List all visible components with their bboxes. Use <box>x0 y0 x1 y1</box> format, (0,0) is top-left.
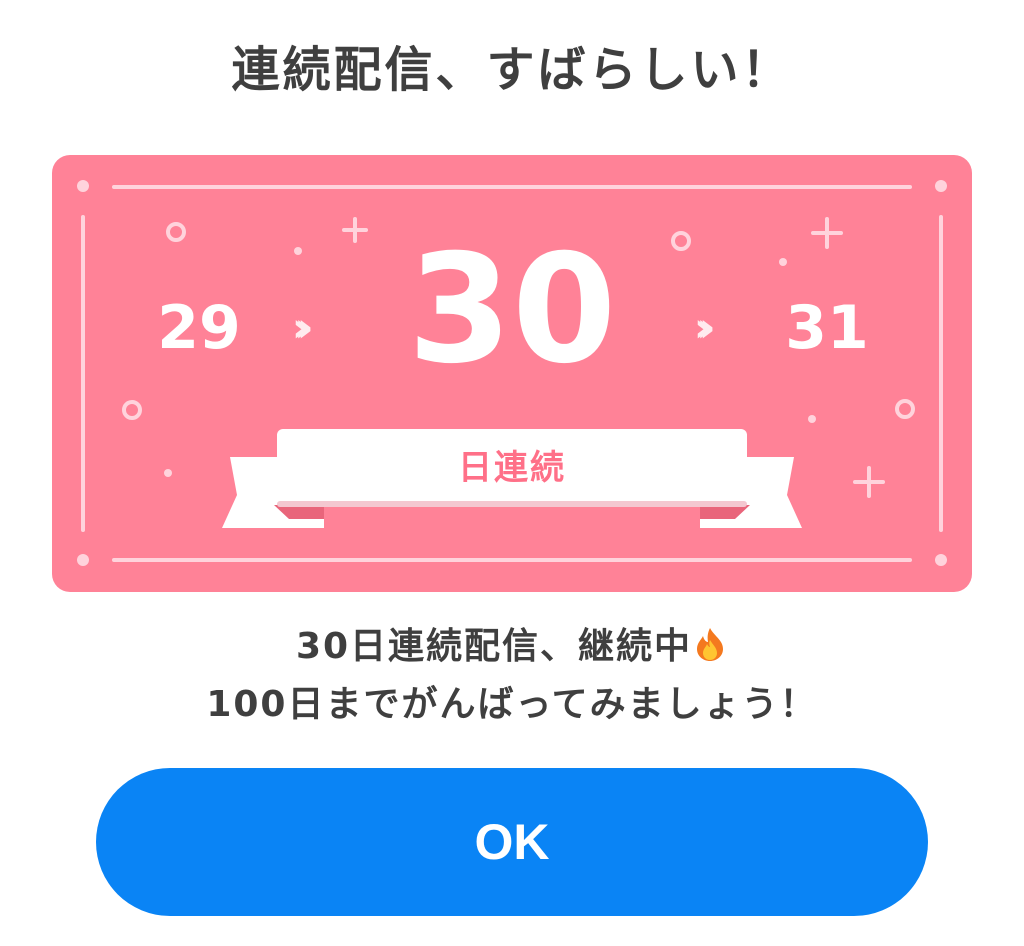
fire-icon <box>697 628 724 661</box>
message-line-1: 30日連続配信、継続中 <box>0 618 1024 676</box>
current-streak-number: 30 <box>407 223 617 397</box>
double-chevron-right-icon: ››› <box>694 305 716 351</box>
dialog-title: 連続配信、すばらしい！ <box>231 42 793 98</box>
message-line-1-text: 30日連続配信、継続中 <box>295 626 693 667</box>
double-chevron-right-icon: ››› <box>292 305 314 351</box>
message-line-2: 100日までがんばってみましょう！ <box>206 684 818 725</box>
next-day-number: 31 <box>785 293 869 363</box>
streak-dialog: 連続配信、すばらしい！ 29 ››› 30 ››› 31 日連続 30日連続配信… <box>0 0 1024 946</box>
streak-card: 29 ››› 30 ››› 31 日連続 <box>52 155 972 592</box>
previous-day-number: 29 <box>157 293 241 363</box>
streak-message: 30日連続配信、継続中 100日までがんばってみましょう！ <box>0 618 1024 734</box>
ribbon-label: 日連続 <box>458 448 566 488</box>
ok-button[interactable]: OK <box>96 768 928 916</box>
